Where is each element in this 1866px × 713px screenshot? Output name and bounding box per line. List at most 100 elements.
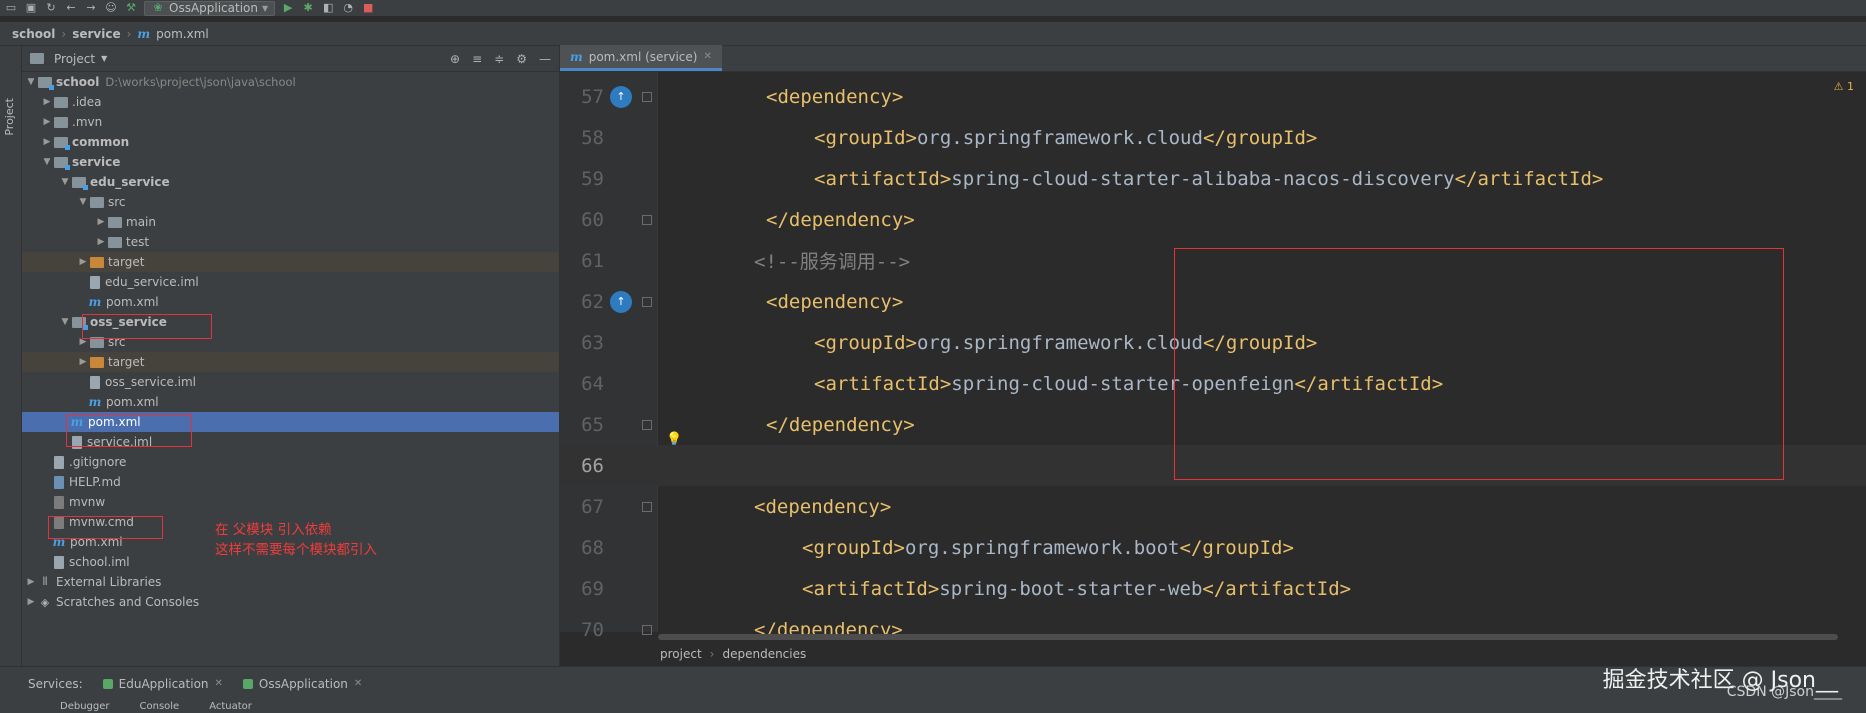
- chevron-right-icon[interactable]: ▶: [94, 217, 108, 227]
- breadcrumb-item-school[interactable]: school: [12, 27, 55, 41]
- tree-row[interactable]: ▼ edu_service: [22, 172, 559, 192]
- forward-icon[interactable]: →: [84, 1, 98, 15]
- open-folder-icon[interactable]: ▭: [4, 1, 18, 15]
- profile-icon[interactable]: ◔: [341, 1, 355, 15]
- tree-row[interactable]: ▶ target: [22, 352, 559, 372]
- fold-marker-icon[interactable]: [642, 501, 652, 512]
- chevron-right-icon[interactable]: ▶: [76, 357, 90, 367]
- module-folder-icon: [38, 76, 54, 90]
- fold-marker-icon[interactable]: [642, 419, 652, 430]
- tree-row[interactable]: m pom.xml: [22, 392, 559, 412]
- chevron-right-icon[interactable]: ▶: [40, 137, 54, 147]
- code-line[interactable]: 58 <groupId>org.springframework.cloud</gr…: [560, 117, 1866, 158]
- tree-row[interactable]: ▼ src: [22, 192, 559, 212]
- code-token: spring-cloud-starter-alibaba-nacos-disco…: [951, 167, 1455, 190]
- code-line[interactable]: 68 <groupId>org.springframework.boot</gro…: [560, 527, 1866, 568]
- fold-marker-icon[interactable]: [642, 214, 652, 225]
- tab-console[interactable]: Console: [140, 701, 180, 712]
- crumb-project[interactable]: project: [660, 647, 702, 661]
- project-panel-title: Project: [54, 51, 96, 66]
- tree-row[interactable]: ▼ service: [22, 152, 559, 172]
- tab-actuator[interactable]: Actuator: [209, 701, 252, 712]
- back-icon[interactable]: ←: [64, 1, 78, 15]
- crumb-dependencies[interactable]: dependencies: [722, 647, 806, 661]
- code-line[interactable]: 60 </dependency>: [560, 199, 1866, 240]
- project-view-selector[interactable]: Project ▼: [30, 52, 107, 66]
- tree-row[interactable]: ▶ ⦀ External Libraries: [22, 572, 559, 592]
- gear-icon[interactable]: ⚙: [516, 52, 527, 66]
- chevron-right-icon[interactable]: ▶: [94, 237, 108, 247]
- code-token: org.springframework.cloud: [916, 331, 1203, 354]
- fold-marker-icon[interactable]: [642, 296, 652, 307]
- module-folder-icon: [54, 136, 70, 150]
- breadcrumb-item-file[interactable]: pom.xml: [156, 27, 209, 41]
- close-icon[interactable]: ✕: [703, 51, 711, 62]
- sync-icon[interactable]: ↻: [44, 1, 58, 15]
- user-icon[interactable]: ☺: [104, 1, 118, 15]
- chevron-down-icon[interactable]: ▼: [58, 317, 72, 327]
- tree-row[interactable]: ▶ ◈ Scratches and Consoles: [22, 592, 559, 612]
- tree-row[interactable]: ▶ main: [22, 212, 559, 232]
- code-token: <groupId>: [814, 126, 917, 149]
- chevron-down-icon[interactable]: ▼: [24, 77, 38, 87]
- chevron-right-icon[interactable]: ▶: [76, 257, 90, 267]
- code-line[interactable]: 59 <artifactId>spring-cloud-starter-aliba…: [560, 158, 1866, 199]
- chevron-right-icon[interactable]: ▶: [40, 97, 54, 107]
- tab-debugger[interactable]: Debugger: [60, 701, 110, 712]
- target-folder-icon: [90, 356, 104, 368]
- project-panel-header: Project ▼ ⊕ ≡ ≑ ⚙ —: [22, 46, 559, 72]
- tree-row[interactable]: ▶ test: [22, 232, 559, 252]
- override-gutter-icon[interactable]: ↑: [610, 290, 632, 313]
- chevron-right-icon[interactable]: ▶: [24, 597, 38, 607]
- folder-icon: [54, 96, 68, 108]
- chevron-right-icon[interactable]: ▶: [24, 577, 38, 587]
- tab-oss-application[interactable]: OssApplication ✕: [242, 677, 362, 691]
- fold-marker-icon[interactable]: [642, 91, 652, 102]
- tree-row[interactable]: mvnw: [22, 492, 559, 512]
- save-icon[interactable]: ▣: [24, 1, 38, 15]
- line-number: 61: [581, 249, 604, 272]
- stop-icon[interactable]: ■: [361, 1, 375, 15]
- tree-row[interactable]: oss_service.iml: [22, 372, 559, 392]
- chevron-right-icon[interactable]: ▶: [40, 117, 54, 127]
- libraries-icon: ⦀: [42, 575, 48, 588]
- chevron-down-icon[interactable]: ▼: [58, 177, 72, 187]
- tab-pom-service[interactable]: m pom.xml (service) ✕: [560, 45, 722, 71]
- run-config-dropdown[interactable]: ❀ OssApplication ▼: [144, 0, 276, 16]
- folder-icon: [90, 196, 104, 208]
- chevron-down-icon[interactable]: ▼: [76, 197, 90, 207]
- expand-all-icon[interactable]: ≡: [472, 52, 482, 66]
- close-icon[interactable]: ✕: [354, 678, 362, 689]
- horizontal-scrollbar[interactable]: [658, 634, 1838, 640]
- tree-row[interactable]: m pom.xml: [22, 292, 559, 312]
- tree-row[interactable]: edu_service.iml: [22, 272, 559, 292]
- tab-edu-application[interactable]: EduApplication ✕: [102, 677, 223, 691]
- tree-row[interactable]: ▶ common: [22, 132, 559, 152]
- code-line[interactable]: 67 <dependency>: [560, 486, 1866, 527]
- tree-row[interactable]: ▶ .mvn: [22, 112, 559, 132]
- close-icon[interactable]: ✕: [215, 678, 223, 689]
- build-hammer-icon[interactable]: ⚒: [124, 1, 138, 15]
- code-line[interactable]: 57 ↑ <dependency>: [560, 76, 1866, 117]
- tree-row[interactable]: ▶ .idea: [22, 92, 559, 112]
- locate-icon[interactable]: ⊕: [450, 52, 460, 66]
- breadcrumb-item-service[interactable]: service: [72, 27, 120, 41]
- code-token: </groupId>: [1179, 536, 1294, 559]
- fold-marker-icon[interactable]: [642, 624, 652, 635]
- tree-row[interactable]: ▼ school D:\works\project\json\java\scho…: [22, 72, 559, 92]
- spring-app-icon: [102, 678, 113, 689]
- line-number: 58: [581, 126, 604, 149]
- target-folder-icon: [90, 256, 104, 268]
- tree-row[interactable]: ▶ target: [22, 252, 559, 272]
- minimize-icon[interactable]: —: [539, 52, 551, 66]
- code-line[interactable]: 69 <artifactId>spring-boot-starter-web</a…: [560, 568, 1866, 609]
- tree-row[interactable]: HELP.md: [22, 472, 559, 492]
- project-tool-button[interactable]: Project: [3, 98, 16, 136]
- debug-icon[interactable]: ✱: [301, 1, 315, 15]
- run-icon[interactable]: ▶: [281, 1, 295, 15]
- override-gutter-icon[interactable]: ↑: [610, 85, 632, 108]
- coverage-icon[interactable]: ◧: [321, 1, 335, 15]
- tree-row[interactable]: .gitignore: [22, 452, 559, 472]
- collapse-all-icon[interactable]: ≑: [494, 52, 504, 66]
- chevron-down-icon[interactable]: ▼: [40, 157, 54, 167]
